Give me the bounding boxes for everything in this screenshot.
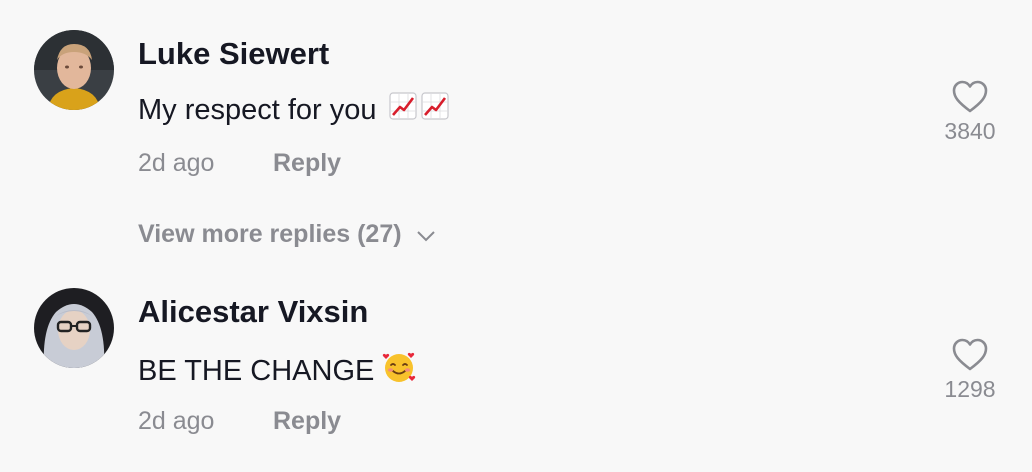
comment-timestamp: 2d ago	[138, 407, 215, 435]
comment-text-content: My respect for you	[138, 93, 377, 126]
comment-author[interactable]: Luke Siewert	[138, 36, 329, 72]
like-button[interactable]: 1298	[925, 338, 1015, 403]
view-more-replies-button[interactable]: View more replies (27)	[138, 220, 436, 249]
reply-button[interactable]: Reply	[273, 149, 341, 178]
comment-text: BE THE CHANGE	[138, 350, 416, 392]
avatar[interactable]	[34, 288, 114, 368]
heart-icon	[925, 338, 1015, 372]
chart-increasing-icon	[420, 92, 449, 128]
like-count: 1298	[944, 376, 996, 402]
chevron-down-icon	[416, 220, 436, 249]
smiling-face-with-hearts-icon	[382, 350, 416, 392]
like-button[interactable]: 3840	[925, 80, 1015, 145]
reply-button[interactable]: Reply	[273, 407, 341, 436]
comment-list: Luke Siewert My respect for you 2d ago R…	[0, 0, 1032, 472]
chart-increasing-icon	[388, 92, 417, 128]
comment-author[interactable]: Alicestar Vixsin	[138, 294, 368, 330]
view-more-replies-label: View more replies (27)	[138, 220, 402, 248]
avatar[interactable]	[34, 30, 114, 110]
comment-timestamp: 2d ago	[138, 149, 215, 177]
like-count: 3840	[944, 118, 996, 144]
heart-icon	[925, 80, 1015, 114]
comment-text: My respect for you	[138, 92, 449, 128]
comment-text-content: BE THE CHANGE	[138, 354, 375, 387]
